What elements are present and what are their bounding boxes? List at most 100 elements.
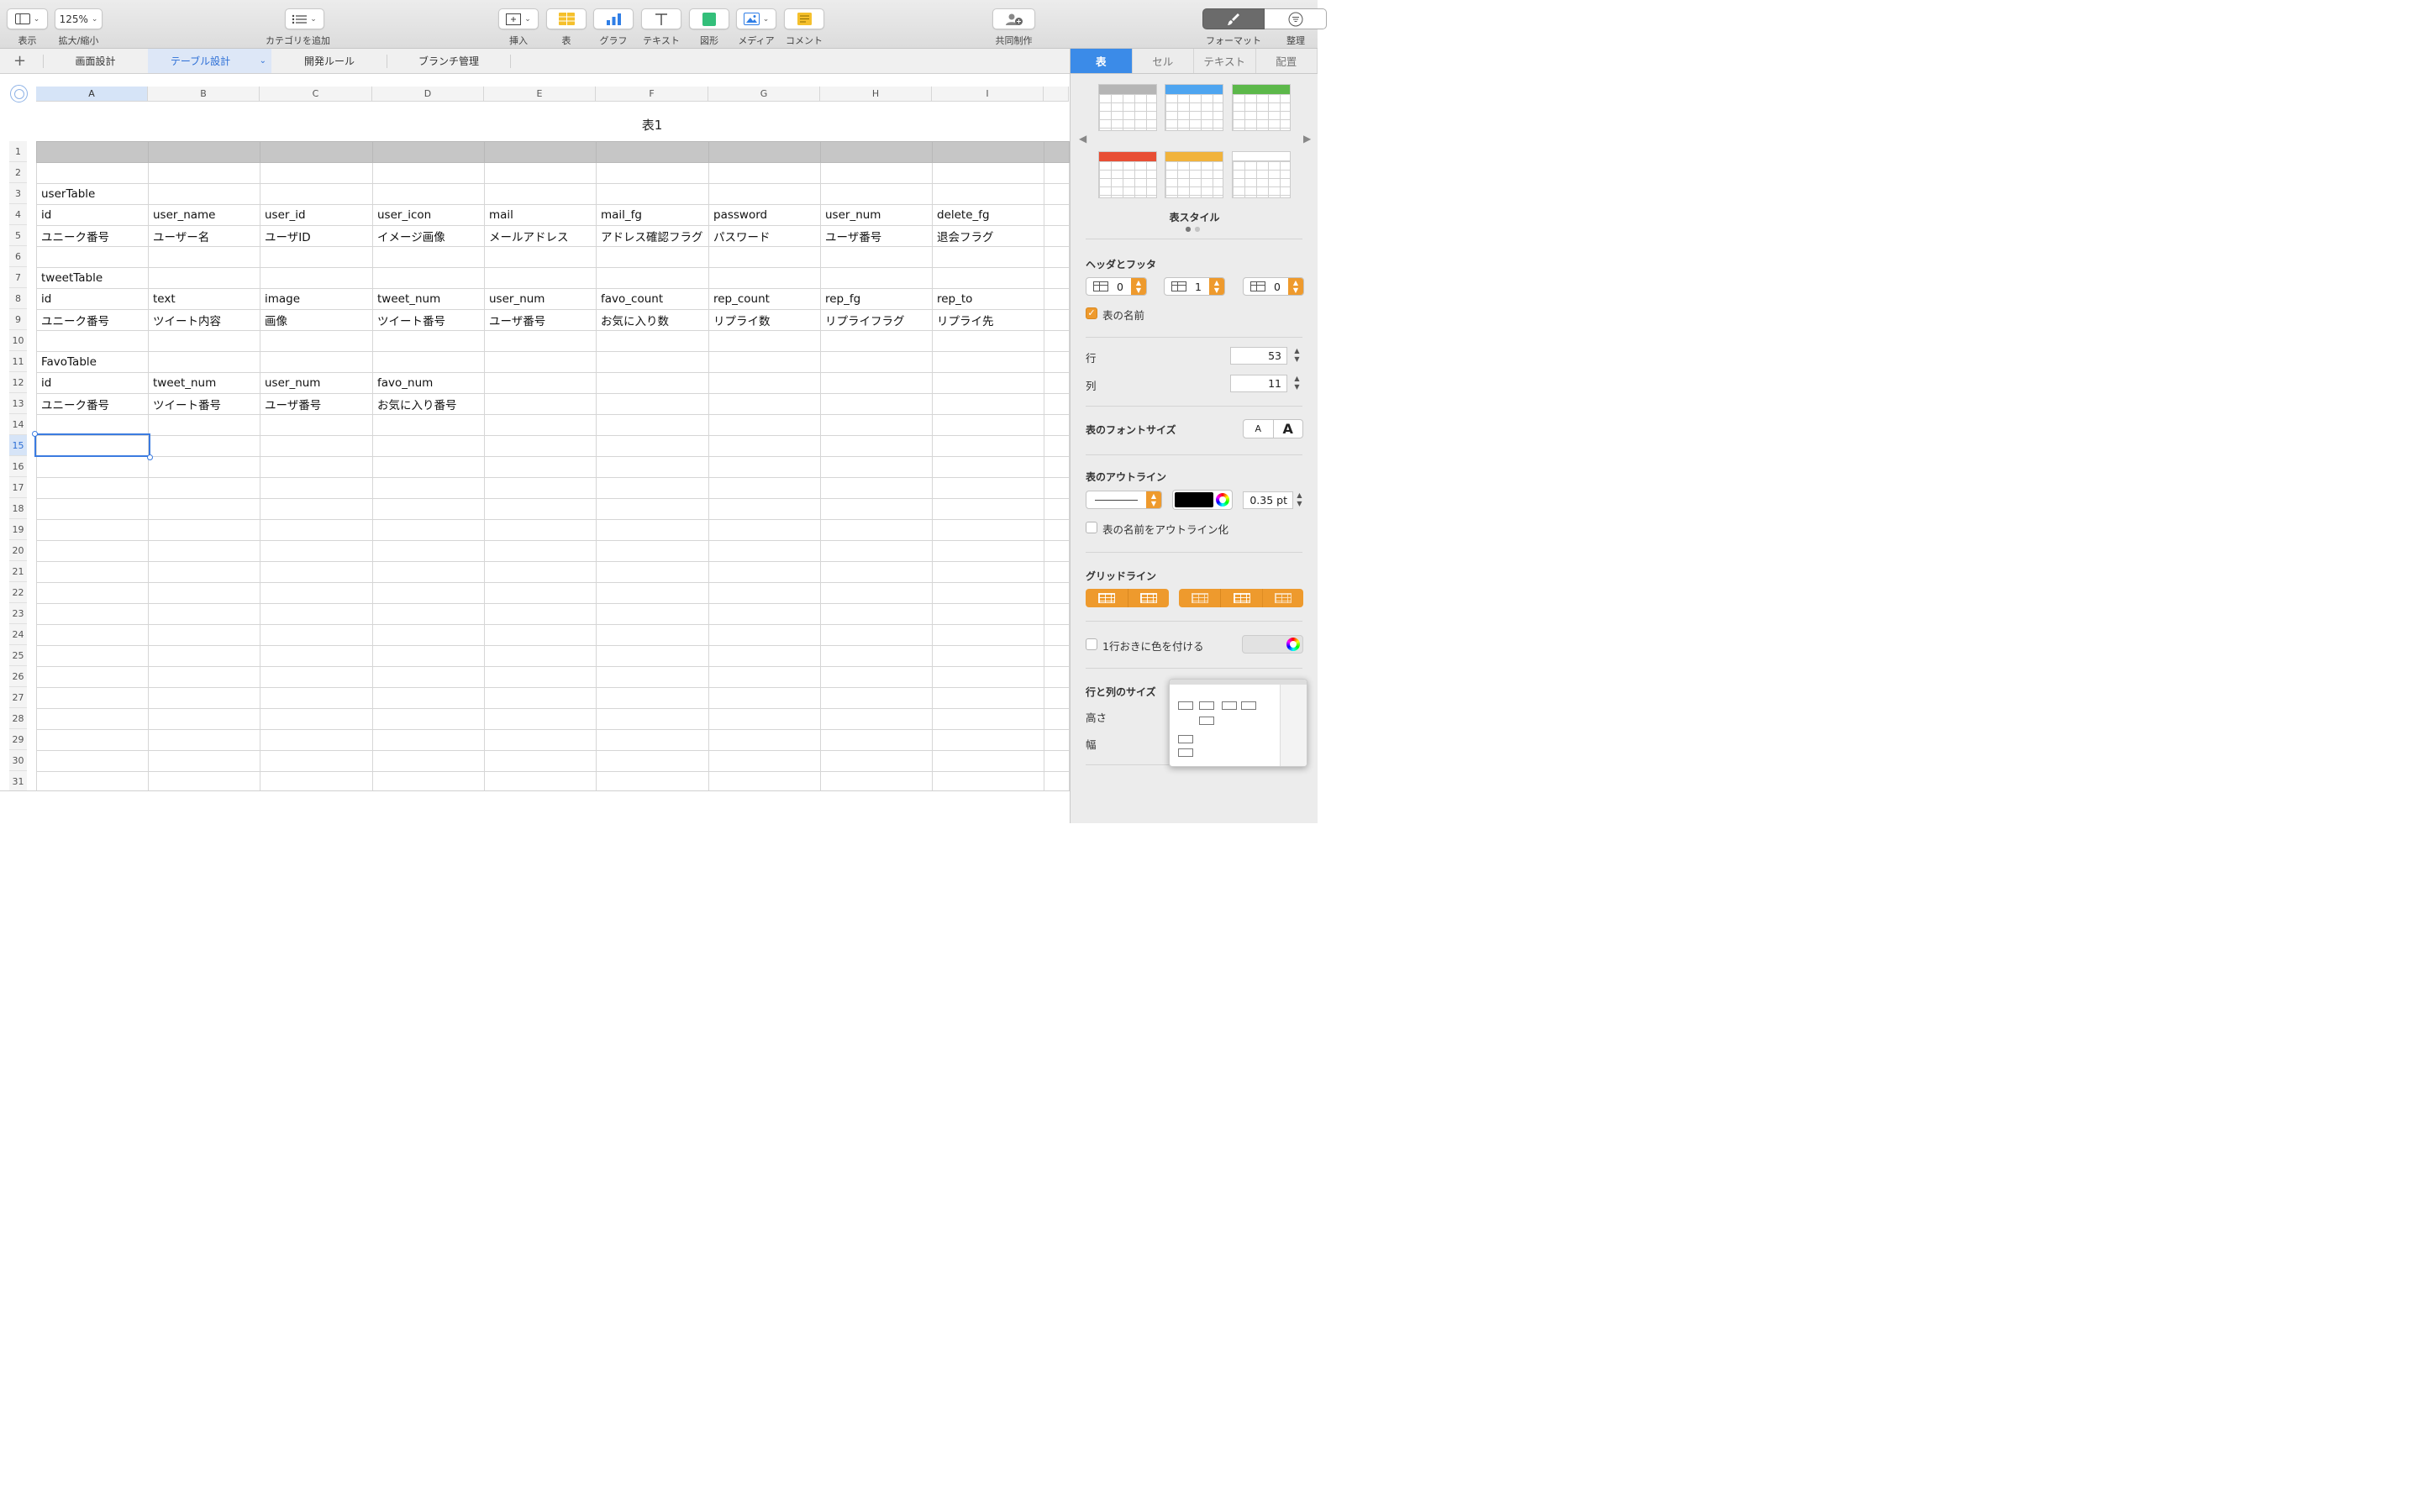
- header-col-gridlines-button[interactable]: [1220, 589, 1262, 607]
- tab-table-design[interactable]: テーブル設計 ⌄: [148, 49, 271, 73]
- table-cell[interactable]: [596, 414, 709, 436]
- table-cell[interactable]: [484, 351, 597, 373]
- table-cell[interactable]: [148, 477, 260, 499]
- table-cell[interactable]: [1044, 498, 1070, 520]
- table-cell[interactable]: [484, 372, 597, 394]
- table-cell[interactable]: [484, 183, 597, 205]
- table-button[interactable]: [546, 8, 587, 29]
- table-cell[interactable]: id: [36, 204, 149, 226]
- outline-name-checkbox[interactable]: [1086, 522, 1097, 533]
- table-cell[interactable]: [932, 645, 1044, 667]
- row-header[interactable]: 24: [9, 624, 27, 645]
- text-button[interactable]: [641, 8, 681, 29]
- table-cell[interactable]: [372, 498, 485, 520]
- outline-color-well[interactable]: [1172, 490, 1233, 510]
- table-cell[interactable]: tweet_num: [148, 372, 260, 394]
- table-cell[interactable]: [484, 162, 597, 184]
- table-cell[interactable]: [484, 456, 597, 478]
- table-cell[interactable]: ツイート番号: [372, 309, 485, 331]
- table-cell[interactable]: [148, 624, 260, 646]
- add-sheet-button[interactable]: +: [13, 52, 26, 70]
- table-cell[interactable]: [260, 246, 373, 268]
- column-header-e[interactable]: E: [484, 87, 596, 102]
- row-header[interactable]: 3: [9, 183, 27, 204]
- row-header[interactable]: 23: [9, 603, 27, 624]
- table-cell[interactable]: [148, 351, 260, 373]
- row-header[interactable]: 15: [9, 435, 27, 456]
- table-cell[interactable]: [148, 771, 260, 793]
- table-cell[interactable]: [148, 603, 260, 625]
- table-cell[interactable]: [484, 561, 597, 583]
- table-cell[interactable]: [1044, 162, 1070, 184]
- table-cell[interactable]: [260, 141, 373, 163]
- table-cell[interactable]: [1044, 204, 1070, 226]
- table-cell[interactable]: [932, 540, 1044, 562]
- table-cell[interactable]: favo_count: [596, 288, 709, 310]
- table-cell[interactable]: [36, 414, 149, 436]
- table-cell[interactable]: [36, 162, 149, 184]
- tab-dev-rules[interactable]: 開発ルール: [272, 49, 387, 73]
- table-cell[interactable]: [708, 750, 821, 772]
- table-cell[interactable]: [148, 330, 260, 352]
- table-cell[interactable]: [1044, 309, 1070, 331]
- table-cell[interactable]: [1044, 351, 1070, 373]
- view-button[interactable]: ⌄: [7, 8, 48, 29]
- table-cell[interactable]: [596, 519, 709, 541]
- table-cell[interactable]: [1044, 750, 1070, 772]
- header-cols-stepper[interactable]: 1 ▲ ▼: [1164, 277, 1225, 296]
- table-cell[interactable]: [820, 246, 933, 268]
- table-cell[interactable]: [820, 603, 933, 625]
- table-cell[interactable]: [372, 666, 485, 688]
- row-header[interactable]: 20: [9, 540, 27, 561]
- table-cell[interactable]: [372, 435, 485, 457]
- table-cell[interactable]: [596, 183, 709, 205]
- row-header[interactable]: 2: [9, 162, 27, 183]
- collaborate-button[interactable]: [992, 8, 1035, 29]
- table-style-thumbnail[interactable]: [1165, 151, 1223, 198]
- table-cell[interactable]: [708, 183, 821, 205]
- media-button[interactable]: ⌄: [736, 8, 776, 29]
- table-cell[interactable]: [260, 435, 373, 457]
- row-header[interactable]: 1: [9, 141, 27, 162]
- chart-button[interactable]: [593, 8, 634, 29]
- table-cell[interactable]: お気に入り数: [596, 309, 709, 331]
- resize-handle[interactable]: [147, 454, 153, 460]
- table-cell[interactable]: [260, 624, 373, 646]
- table-cell[interactable]: [484, 666, 597, 688]
- table-cell[interactable]: [260, 519, 373, 541]
- table-cell[interactable]: user_num: [260, 372, 373, 394]
- table-cell[interactable]: [148, 729, 260, 751]
- table-cell[interactable]: [1044, 393, 1070, 415]
- table-cell[interactable]: [708, 141, 821, 163]
- table-cell[interactable]: [596, 582, 709, 604]
- table-cell[interactable]: [260, 330, 373, 352]
- table-cell[interactable]: [1044, 267, 1070, 289]
- table-cell[interactable]: [932, 666, 1044, 688]
- table-cell[interactable]: リプライ先: [932, 309, 1044, 331]
- table-cell[interactable]: [372, 246, 485, 268]
- table-cell[interactable]: [820, 456, 933, 478]
- table-cell[interactable]: [820, 435, 933, 457]
- table-cell[interactable]: [596, 393, 709, 415]
- table-cell[interactable]: [260, 645, 373, 667]
- table-cell[interactable]: [708, 666, 821, 688]
- chevron-down-icon[interactable]: ⌄: [260, 56, 266, 66]
- table-cell[interactable]: 画像: [260, 309, 373, 331]
- row-header[interactable]: 10: [9, 330, 27, 351]
- row-header[interactable]: 30: [9, 750, 27, 771]
- tab-branch-management[interactable]: ブランチ管理: [387, 49, 510, 73]
- table-cell[interactable]: [596, 771, 709, 793]
- table-cell[interactable]: rep_count: [708, 288, 821, 310]
- table-cell[interactable]: [372, 687, 485, 709]
- table-cell[interactable]: [36, 750, 149, 772]
- zoom-select[interactable]: 125% ⌄: [55, 8, 103, 29]
- table-cell[interactable]: [260, 498, 373, 520]
- table-cell[interactable]: リプライフラグ: [820, 309, 933, 331]
- row-header[interactable]: 12: [9, 372, 27, 393]
- row-header[interactable]: 14: [9, 414, 27, 435]
- table-cell[interactable]: mail_fg: [596, 204, 709, 226]
- table-cell[interactable]: [484, 771, 597, 793]
- table-cell[interactable]: [260, 687, 373, 709]
- row-header[interactable]: 9: [9, 309, 27, 330]
- table-cell[interactable]: [1044, 624, 1070, 646]
